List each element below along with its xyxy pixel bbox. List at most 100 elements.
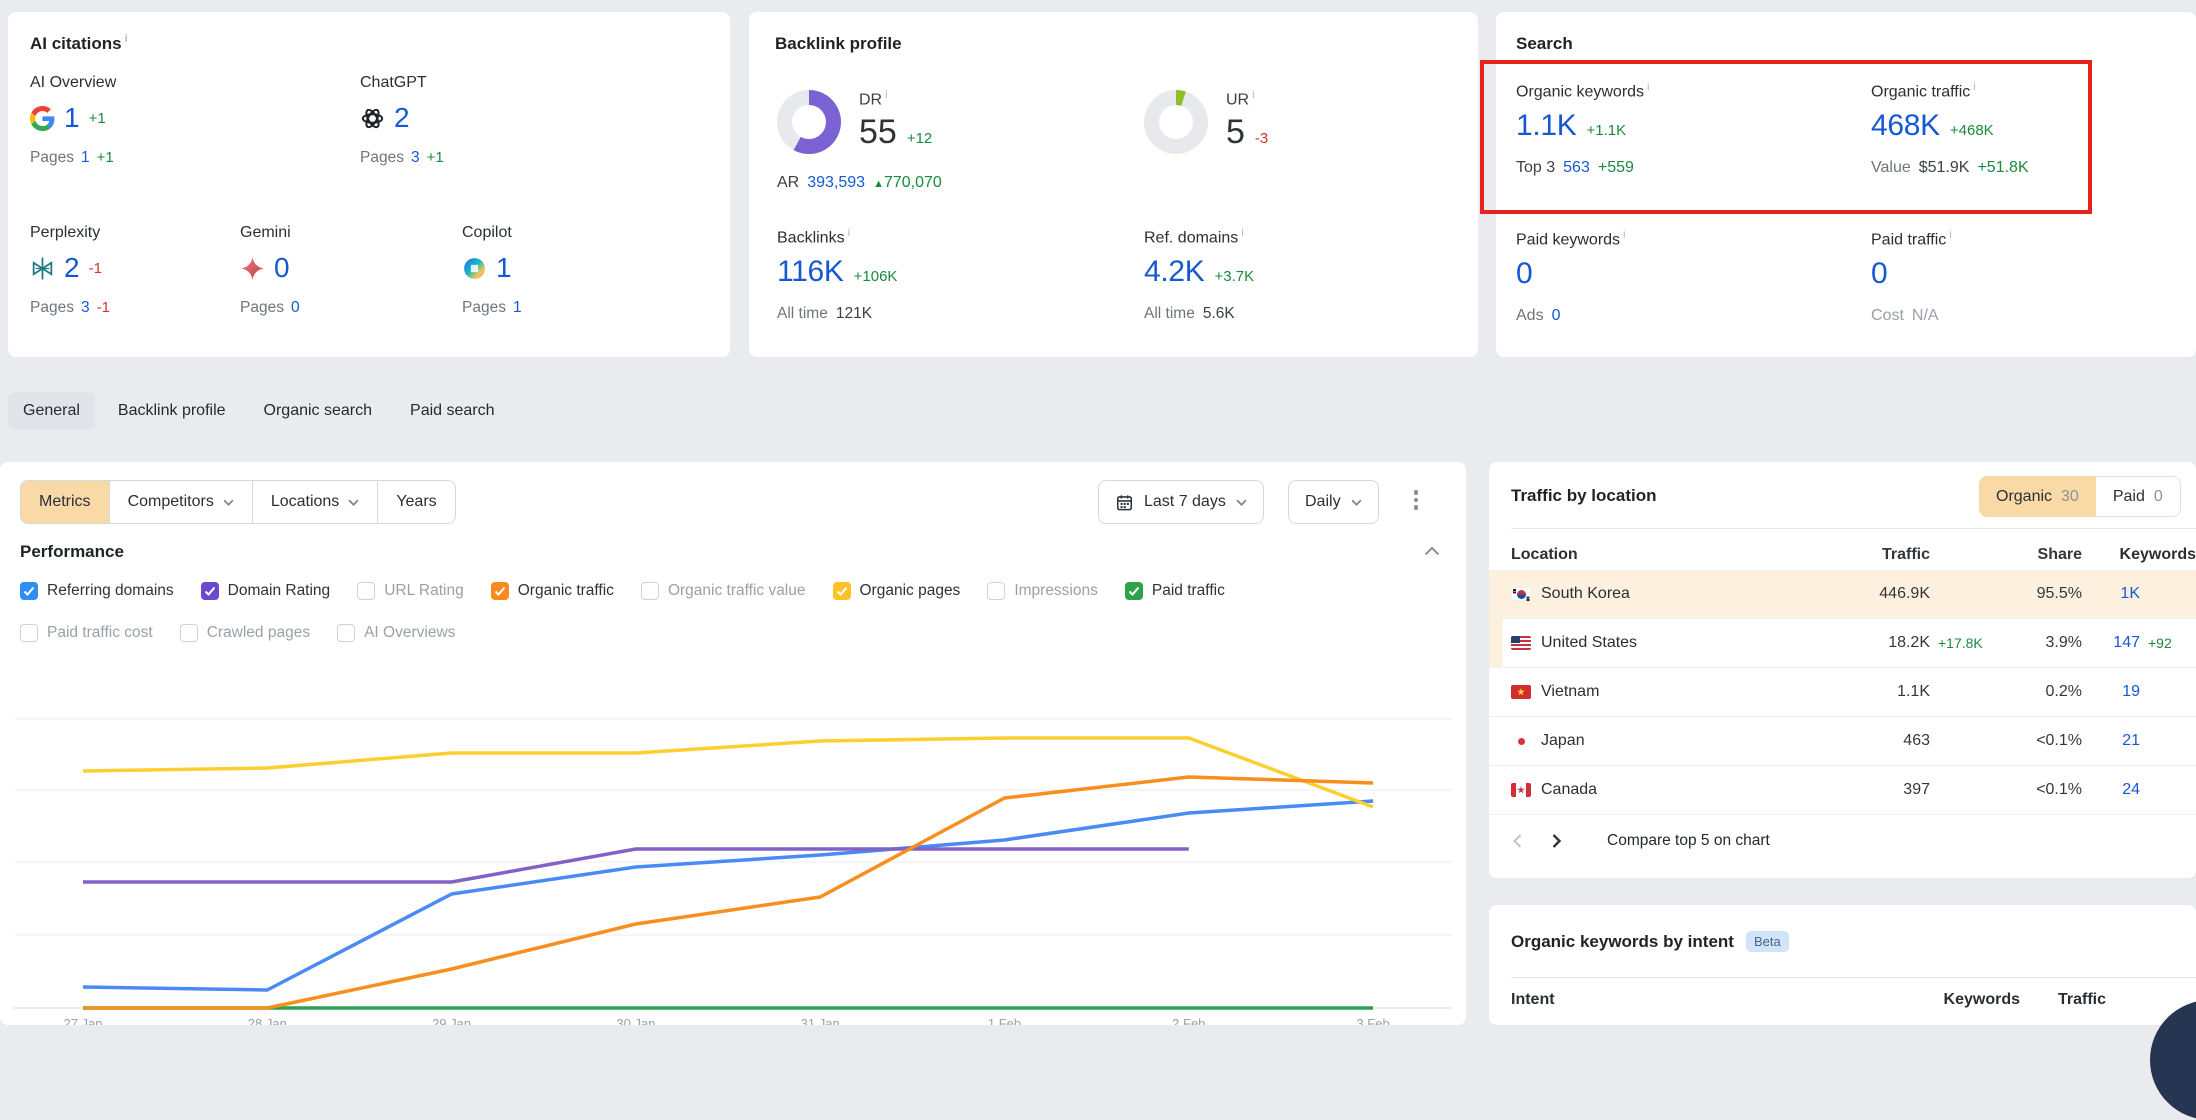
info-icon (125, 34, 128, 45)
toggle-organic[interactable]: Organic30 (1979, 476, 2096, 517)
ar-delta: ▲770,070 (873, 174, 942, 192)
checkbox-box[interactable] (337, 624, 355, 642)
checkbox-box[interactable] (641, 582, 659, 600)
location-table-body: South Korea446.9K95.5%1KUnited States18.… (1489, 570, 2196, 815)
tab-organic-search[interactable]: Organic search (249, 392, 388, 430)
checkbox-ai-overviews[interactable]: AI Overviews (337, 624, 455, 642)
granularity-button[interactable]: Daily (1288, 480, 1379, 524)
keywords-link[interactable]: 24 (2082, 781, 2140, 799)
keywords-by-intent-card: Organic keywords by intent Beta Intent K… (1489, 905, 2196, 1025)
beta-badge: Beta (1746, 931, 1789, 952)
checkbox-box[interactable] (491, 582, 509, 600)
ai-citation-value[interactable]: 0 (274, 252, 290, 284)
ai-pages-value[interactable]: 1 (513, 299, 522, 317)
ur-delta: -3 (1255, 130, 1268, 147)
location-row-japan: Japan463<0.1%21 (1489, 717, 2196, 766)
ai-citation-delta: +1 (89, 110, 106, 127)
ai-citation-perplexity: Perplexity2-1Pages3-1 (30, 224, 110, 317)
info-icon (885, 90, 887, 101)
ai-citation-label: Copilot (462, 224, 522, 242)
top3-value[interactable]: 563 (1563, 159, 1590, 177)
keywords-link[interactable]: 21 (2082, 732, 2140, 750)
checkbox-box[interactable] (357, 582, 375, 600)
ai-pages-value[interactable]: 3 (411, 149, 420, 167)
ai-citation-gemini: Gemini0Pages0 (240, 224, 300, 317)
ai-citation-value[interactable]: 2 (64, 252, 80, 284)
ai-pages-value[interactable]: 3 (81, 299, 90, 317)
filter-segmented-control: MetricsCompetitorsLocationsYears (20, 480, 456, 524)
checkbox-organic-traffic-value[interactable]: Organic traffic value (641, 582, 806, 600)
performance-title: Performance (20, 542, 124, 562)
checkbox-domain-rating[interactable]: Domain Rating (201, 582, 331, 600)
divider (1511, 528, 2196, 529)
checkbox-paid-traffic[interactable]: Paid traffic (1125, 582, 1225, 600)
chevron-up-icon[interactable] (1424, 546, 1440, 556)
keywords-link[interactable]: 1K (2082, 585, 2140, 603)
compare-top5-link[interactable]: Compare top 5 on chart (1607, 832, 1770, 850)
info-icon (848, 228, 850, 239)
flag-kr-icon (1511, 587, 1531, 601)
info-icon (1241, 228, 1243, 239)
url-rating-donut (1144, 90, 1208, 154)
checkbox-box[interactable] (833, 582, 851, 600)
organic-keywords-value[interactable]: 1.1K (1516, 109, 1577, 143)
metric-checkbox-row-1: Referring domains Domain Rating URL Rating… (20, 582, 1225, 600)
x-axis-label: 27 Jan (63, 1016, 102, 1025)
checkbox-organic-traffic[interactable]: Organic traffic (491, 582, 614, 600)
ai-citation-value[interactable]: 1 (496, 252, 512, 284)
checkbox-box[interactable] (20, 582, 38, 600)
info-icon (1623, 230, 1625, 241)
x-axis-label: 1 Feb (988, 1016, 1021, 1025)
search-card: Search Organic keywords 1.1K +1.1K Top 3… (1496, 12, 2196, 357)
checkbox-paid-traffic-cost[interactable]: Paid traffic cost (20, 624, 153, 642)
filter-locations-button[interactable]: Locations (253, 481, 379, 523)
chevron-right-icon[interactable] (1550, 833, 1563, 849)
checkbox-box[interactable] (201, 582, 219, 600)
ai-citation-value[interactable]: 2 (394, 102, 410, 134)
location-table-header: Location Traffic Share Keywords (1489, 540, 2196, 570)
toggle-paid[interactable]: Paid0 (2096, 476, 2181, 517)
tab-paid-search[interactable]: Paid search (395, 392, 510, 430)
checkbox-impressions[interactable]: Impressions (987, 582, 1098, 600)
ai-citation-label: Gemini (240, 224, 300, 242)
ai-citation-ai-overview: AI Overview1+1Pages1+1 (30, 74, 116, 167)
checkbox-box[interactable] (20, 624, 38, 642)
section-tabs: GeneralBacklink profileOrganic searchPai… (8, 392, 510, 430)
paid-traffic-value[interactable]: 0 (1871, 257, 1887, 291)
keywords-link[interactable]: 147 (2082, 634, 2140, 652)
filter-metrics-button[interactable]: Metrics (21, 481, 110, 523)
filter-years-button[interactable]: Years (378, 481, 454, 523)
checkbox-organic-pages[interactable]: Organic pages (833, 582, 961, 600)
dr-delta: +12 (907, 130, 932, 147)
checkbox-box[interactable] (1125, 582, 1143, 600)
flag-vn-icon (1511, 685, 1531, 699)
x-axis-label: 31 Jan (801, 1016, 840, 1025)
flag-us-icon (1511, 636, 1531, 650)
domain-rating-donut (777, 90, 841, 154)
ai-citation-label: AI Overview (30, 74, 116, 92)
date-range-button[interactable]: Last 7 days (1098, 480, 1264, 524)
ai-pages-value[interactable]: 1 (81, 149, 90, 167)
backlinks-value[interactable]: 116K (777, 255, 844, 289)
keywords-link[interactable]: 19 (2082, 683, 2140, 701)
checkbox-box[interactable] (987, 582, 1005, 600)
ar-value[interactable]: 393,593 (807, 174, 865, 192)
ai-pages-value[interactable]: 0 (291, 299, 300, 317)
filter-competitors-button[interactable]: Competitors (110, 481, 253, 523)
tab-backlink-profile[interactable]: Backlink profile (103, 392, 241, 430)
search-title: Search (1516, 34, 1573, 54)
tab-general[interactable]: General (8, 392, 95, 430)
organic-traffic-value[interactable]: 468K (1871, 109, 1940, 143)
ref-domains-value[interactable]: 4.2K (1144, 255, 1205, 289)
paid-keywords-value[interactable]: 0 (1516, 257, 1532, 291)
location-row-canada: Canada397<0.1%24 (1489, 766, 2196, 815)
checkbox-referring-domains[interactable]: Referring domains (20, 582, 174, 600)
ai-citation-value[interactable]: 1 (64, 102, 80, 134)
kebab-menu-icon[interactable] (1406, 490, 1426, 514)
chevron-left-icon[interactable] (1511, 833, 1524, 849)
backlinks-block: Backlinks 116K +106K All time121K (777, 228, 897, 323)
checkbox-crawled-pages[interactable]: Crawled pages (180, 624, 310, 642)
checkbox-url-rating[interactable]: URL Rating (357, 582, 464, 600)
perplexity-icon (30, 256, 55, 281)
checkbox-box[interactable] (180, 624, 198, 642)
